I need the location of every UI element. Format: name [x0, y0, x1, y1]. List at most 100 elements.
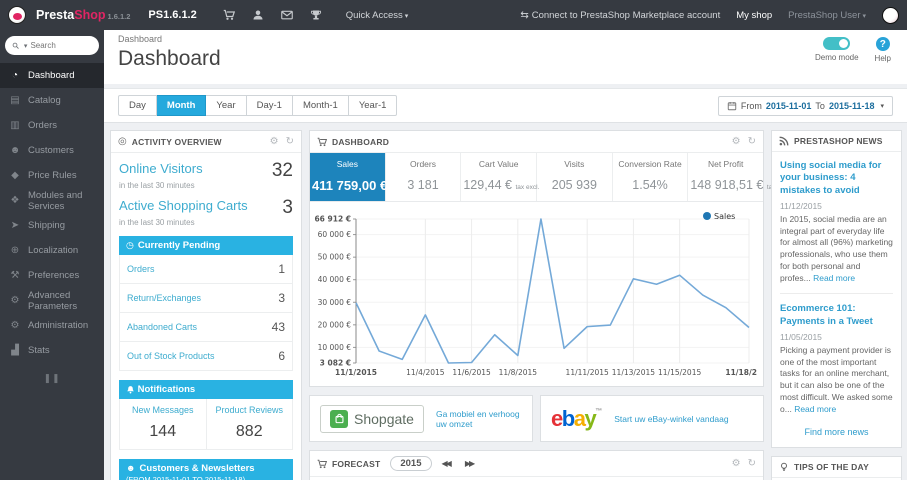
my-shop-link[interactable]: My shop	[736, 10, 772, 21]
product-reviews-cell[interactable]: Product Reviews 882	[207, 399, 293, 449]
shopgate-banner[interactable]: Shopgate Ga mobiel en verhoog uw omzet	[309, 395, 533, 442]
news-article-date: 11/12/2015	[780, 201, 822, 212]
sidebar-item-catalog[interactable]: ▤ Catalog	[0, 88, 104, 113]
tips-of-the-day-panel: TIPS OF THE DAY ingenico Paymentservices…	[771, 456, 902, 480]
sidebar-item-administration[interactable]: ⚙ Administration	[0, 313, 104, 338]
period-day-1-button[interactable]: Day-1	[246, 95, 293, 116]
marketplace-icon: ⇆	[520, 9, 529, 21]
refresh-icon[interactable]: ↻	[286, 136, 294, 147]
cart-icon	[317, 137, 327, 147]
refresh-icon[interactable]: ↻	[748, 458, 756, 469]
shopgate-link[interactable]: Ga mobiel en verhoog uw omzet	[436, 409, 522, 429]
ebay-banner[interactable]: ebay™ Start uw eBay-winkel vandaag	[540, 395, 764, 442]
sidebar-collapse-handle[interactable]: ❚❚	[0, 373, 104, 384]
pending-row-abandoned-carts[interactable]: Abandoned Carts 43	[119, 313, 293, 342]
sidebar-item-modules[interactable]: ❖ Modules and Services	[0, 188, 104, 213]
sidebar-item-customers[interactable]: ☻ Customers	[0, 138, 104, 163]
gear-icon[interactable]: ⚙	[270, 136, 279, 147]
read-more-link[interactable]: Read more	[794, 404, 836, 414]
read-more-link[interactable]: Read more	[813, 273, 855, 283]
prestashop-news-panel: PRESTASHOP NEWS Using social media for y…	[771, 130, 902, 449]
marketplace-link[interactable]: ⇆ Connect to PrestaShop Marketplace accou…	[520, 10, 720, 21]
forecast-year: 2015	[390, 456, 432, 471]
customers-newsletters-header: ☻ Customers & Newsletters (FROM 2015-11-0…	[119, 459, 293, 480]
sidebar-item-dashboard[interactable]: ◔ Dashboard	[0, 63, 104, 88]
online-visitors-link[interactable]: Online Visitors	[119, 161, 203, 176]
gear-icon[interactable]: ⚙	[732, 458, 741, 469]
person-icon[interactable]	[252, 9, 264, 21]
online-visitors-value: 32	[271, 160, 293, 181]
period-month-button[interactable]: Month	[156, 95, 207, 116]
active-carts-value: 3	[282, 197, 293, 218]
pending-row-orders[interactable]: Orders 1	[119, 255, 293, 284]
activity-icon: ◎	[118, 136, 127, 147]
svg-text:30 000 €: 30 000 €	[318, 298, 352, 307]
refresh-icon[interactable]: ↻	[748, 136, 756, 147]
breadcrumb[interactable]: Dashboard	[118, 34, 893, 44]
sidebar-search[interactable]: ▾	[5, 36, 99, 55]
quick-access-menu[interactable]: Quick Access ▾	[346, 10, 409, 21]
currently-pending-header: ◷ Currently Pending	[119, 236, 293, 255]
svg-text:11/15/2015: 11/15/2015	[658, 368, 701, 377]
sidebar-nav: ◔ Dashboard ▤ Catalog ▥ Orders ☻ Customers ◆…	[0, 63, 104, 363]
date-range-picker[interactable]: From 2015-11-01 To 2015-11-18 ▾	[717, 95, 893, 116]
brand: PrestaShop 1.6.1.2	[36, 8, 130, 22]
kpi-tab-net-profit[interactable]: Net Profit148 918,51 € tax excl.	[688, 153, 790, 201]
svg-text:11/18/2015: 11/18/2015	[725, 368, 757, 377]
sidebar-item-shipping[interactable]: ➤ Shipping	[0, 213, 104, 238]
svg-text:10 000 €: 10 000 €	[318, 343, 352, 352]
demo-mode-label: Demo mode	[814, 53, 859, 62]
trophy-icon[interactable]	[310, 9, 322, 21]
period-year-button[interactable]: Year	[206, 95, 247, 116]
cart-icon[interactable]	[223, 9, 235, 21]
period-button-group: Day Month Year Day-1 Month-1 Year-1	[118, 95, 398, 116]
orders-icon: ▥	[10, 120, 20, 131]
ebay-link[interactable]: Start uw eBay-winkel vandaag	[614, 414, 728, 424]
envelope-icon[interactable]	[281, 9, 293, 21]
date-to: 2015-11-18	[828, 100, 875, 111]
search-input[interactable]	[30, 41, 92, 50]
news-article-body: Picking a payment provider is one of the…	[780, 345, 893, 414]
notifications-header: Notifications	[119, 380, 293, 399]
find-more-news-link[interactable]: Find more news	[780, 427, 893, 437]
wrench-icon: ⚒	[10, 270, 20, 281]
sidebar-item-price-rules[interactable]: ◆ Price Rules	[0, 163, 104, 188]
period-month-1-button[interactable]: Month-1	[292, 95, 349, 116]
forecast-prev-button[interactable]: ◀◀	[437, 457, 455, 470]
news-article-title[interactable]: Using social media for your business: 4 …	[780, 160, 893, 197]
period-toolbar: Day Month Year Day-1 Month-1 Year-1 From…	[104, 88, 907, 123]
new-messages-cell[interactable]: New Messages 144	[120, 399, 207, 449]
pending-row-out-of-stock[interactable]: Out of Stock Products 6	[119, 342, 293, 371]
svg-text:40 000 €: 40 000 €	[318, 275, 352, 284]
kpi-tab-orders[interactable]: Orders 3 181	[386, 153, 462, 201]
kpi-tab-cart-value[interactable]: Cart Value 129,44 € tax excl.	[461, 153, 539, 201]
help-icon[interactable]: ?	[875, 37, 890, 51]
pending-row-returns[interactable]: Return/Exchanges 3	[119, 284, 293, 313]
avatar[interactable]	[882, 6, 899, 24]
sidebar-item-stats[interactable]: ▟ Stats	[0, 338, 104, 363]
news-article-title[interactable]: Ecommerce 101: Payments in a Tweet	[780, 303, 893, 328]
period-day-button[interactable]: Day	[118, 95, 157, 116]
demo-mode-toggle[interactable]	[823, 37, 851, 50]
svg-text:66 912 €: 66 912 €	[314, 215, 351, 224]
kpi-tab-sales[interactable]: Sales 411 759,00 € tax excl.	[310, 153, 417, 201]
svg-text:50 000 €: 50 000 €	[318, 253, 352, 262]
chevron-down-icon[interactable]: ▾	[24, 42, 28, 50]
modules-icon: ❖	[10, 195, 20, 206]
gear-icon[interactable]: ⚙	[732, 136, 741, 147]
forecast-next-button[interactable]: ▶▶	[460, 457, 478, 470]
news-article-date: 11/05/2015	[780, 332, 822, 343]
user-menu[interactable]: PrestaShop User ▾	[788, 10, 866, 21]
sidebar-item-localization[interactable]: ⊕ Localization	[0, 238, 104, 263]
kpi-tab-visits[interactable]: Visits 205 939	[537, 153, 613, 201]
gears-icon: ⚙	[10, 295, 20, 306]
active-carts-link[interactable]: Active Shopping Carts	[119, 198, 248, 213]
ebay-logo: ebay™	[551, 405, 603, 431]
kpi-tab-conversion-rate[interactable]: Conversion Rate 1.54%	[613, 153, 689, 201]
sidebar-item-advanced-parameters[interactable]: ⚙ Advanced Parameters	[0, 288, 104, 313]
sidebar-item-orders[interactable]: ▥ Orders	[0, 113, 104, 138]
topbar-icons	[223, 9, 322, 21]
price-tag-icon: ◆	[11, 170, 19, 181]
period-year-1-button[interactable]: Year-1	[348, 95, 398, 116]
sidebar-item-preferences[interactable]: ⚒ Preferences	[0, 263, 104, 288]
